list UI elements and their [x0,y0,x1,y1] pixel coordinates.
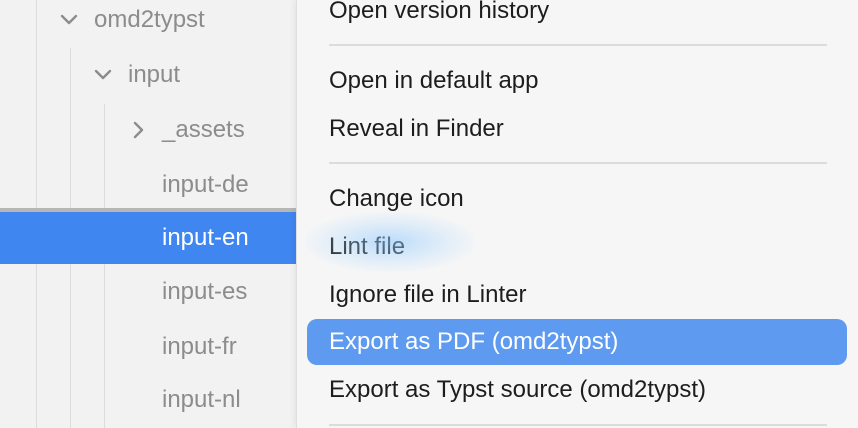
tree-item-label: input-fr [162,333,237,360]
tree-file-input-nl[interactable]: input-nl [0,376,296,424]
tree-file-input-de[interactable]: input-de [0,161,296,209]
menu-item-label: Open version history [329,0,550,24]
tree-folder-omd2typst[interactable]: omd2typst [0,0,296,44]
menu-item-ignore-file-in-linter[interactable]: Ignore file in Linter [307,272,847,318]
menu-item-label: Lint file [329,233,406,260]
menu-item-label: Open in default app [329,67,539,94]
menu-item-label: Change icon [329,185,464,212]
menu-item-open-in-default-app[interactable]: Open in default app [307,58,847,104]
context-menu: Open version history Open in default app… [296,0,858,428]
tree-file-input-es[interactable]: input-es [0,268,296,316]
file-explorer-tree: omd2typst input _assets input-de input-e… [0,0,296,428]
tree-item-label: _assets [162,116,245,143]
tree-item-label: input-es [162,278,248,305]
tree-folder-assets[interactable]: _assets [0,106,296,154]
chevron-down-icon[interactable] [90,51,116,99]
menu-item-label: Export as Typst source (omd2typst) [329,376,707,403]
menu-item-change-icon[interactable]: Change icon [307,176,847,222]
menu-item-export-as-typst-source[interactable]: Export as Typst source (omd2typst) [307,367,847,413]
menu-item-lint-file[interactable]: Lint file [307,224,847,270]
menu-separator [329,424,827,426]
tree-file-input-en[interactable]: input-en [0,208,296,264]
menu-item-reveal-in-finder[interactable]: Reveal in Finder [307,106,847,152]
chevron-right-icon[interactable] [126,106,152,154]
app-window: omd2typst input _assets input-de input-e… [0,0,858,428]
menu-item-export-as-pdf[interactable]: Export as PDF (omd2typst) [307,319,847,365]
menu-item-label: Export as PDF (omd2typst) [329,328,619,355]
tree-item-label: input-nl [162,386,241,413]
tree-folder-input[interactable]: input [0,51,296,99]
menu-item-label: Reveal in Finder [329,115,504,142]
menu-separator [329,162,827,164]
tree-item-label: input-en [162,224,249,251]
menu-item-open-version-history[interactable]: Open version history [307,0,847,34]
tree-item-label: input [128,61,181,88]
tree-file-input-fr[interactable]: input-fr [0,323,296,371]
tree-item-label: input-de [162,171,249,198]
menu-separator [329,44,827,46]
tree-item-label: omd2typst [94,6,205,33]
menu-item-label: Ignore file in Linter [329,281,527,308]
chevron-down-icon[interactable] [56,0,82,44]
